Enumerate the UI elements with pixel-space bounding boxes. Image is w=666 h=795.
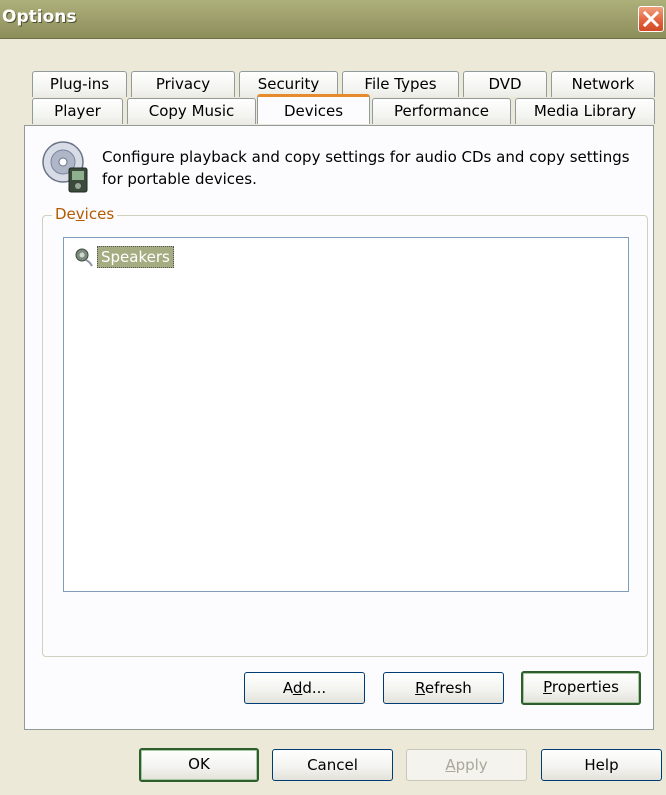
properties-button[interactable]: Properties — [521, 671, 641, 705]
list-item-label: Speakers — [97, 246, 174, 268]
ok-button[interactable]: OK — [139, 748, 259, 782]
list-item-speakers[interactable]: Speakers — [74, 246, 174, 268]
tab-devices[interactable]: Devices — [257, 94, 370, 124]
close-icon — [643, 11, 659, 27]
refresh-button[interactable]: Refresh — [383, 672, 504, 704]
tab-media-library[interactable]: Media Library — [515, 98, 655, 124]
speaker-icon — [75, 248, 93, 267]
tab-plug-ins[interactable]: Plug-ins — [32, 71, 127, 97]
tab-player[interactable]: Player — [32, 98, 123, 124]
tab-copy-music[interactable]: Copy Music — [127, 98, 256, 124]
apply-button: Apply — [406, 749, 527, 781]
add-button[interactable]: Add... — [244, 672, 365, 704]
tab-network[interactable]: Network — [551, 71, 655, 97]
devices-list[interactable]: Speakers — [63, 237, 629, 592]
cancel-button[interactable]: Cancel — [272, 749, 393, 781]
tab-performance[interactable]: Performance — [372, 98, 511, 124]
help-button[interactable]: Help — [541, 749, 662, 781]
devices-info-icon — [41, 140, 97, 200]
devices-group-label: Devices — [52, 205, 118, 223]
devices-description: Configure playback and copy settings for… — [102, 148, 630, 188]
tab-dvd[interactable]: DVD — [463, 71, 547, 97]
tab-privacy[interactable]: Privacy — [131, 71, 235, 97]
title-bar: Options — [0, 0, 666, 39]
window-title: Options — [2, 7, 77, 27]
close-button[interactable] — [638, 6, 664, 32]
